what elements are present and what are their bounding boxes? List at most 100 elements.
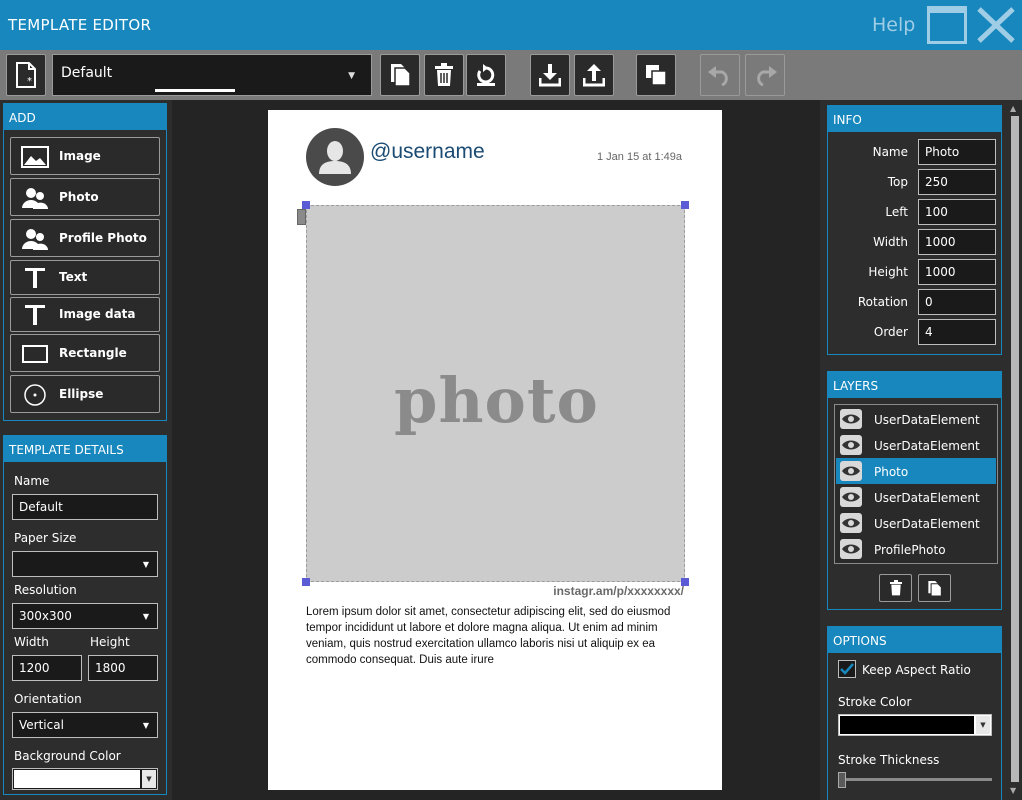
post-url[interactable]: instagr.am/p/xxxxxxxx/	[553, 584, 684, 598]
info-input-rotation[interactable]: 0	[918, 289, 996, 315]
template-select[interactable]: Default ▼	[52, 54, 372, 96]
info-panel-header: INFO	[828, 106, 1001, 132]
add-ellipse-label: Ellipse	[59, 387, 104, 401]
template-paper[interactable]: @username 1 Jan 15 at 1:49a photo instag…	[268, 110, 722, 790]
info-input-left[interactable]: 100	[918, 199, 996, 225]
resize-handle-top-right[interactable]	[681, 201, 689, 209]
add-text-label: Text	[59, 270, 88, 284]
background-color-picker[interactable]: ▼	[12, 768, 158, 790]
layer-name: UserDataElement	[874, 413, 980, 427]
move-handle[interactable]	[297, 209, 306, 225]
info-label-name: Name	[872, 145, 908, 159]
stroke-thickness-slider[interactable]	[838, 770, 992, 790]
eye-icon[interactable]	[840, 539, 862, 559]
add-image-data-label: Image data	[59, 307, 136, 321]
vertical-scrollbar[interactable]: ▲ ▼	[1008, 100, 1022, 800]
info-input-width[interactable]: 1000	[918, 229, 996, 255]
resolution-select[interactable]: 300x300 ▼	[12, 603, 158, 629]
add-rectangle-label: Rectangle	[59, 346, 127, 360]
add-image-label: Image	[59, 149, 101, 163]
slider-thumb[interactable]	[838, 772, 846, 788]
add-text-button[interactable]: Text	[10, 260, 160, 295]
stroke-color-swatch	[840, 716, 974, 734]
people-icon	[22, 188, 48, 209]
eye-icon[interactable]	[840, 409, 862, 429]
layer-item[interactable]: Photo	[836, 458, 996, 484]
reload-icon	[477, 64, 495, 86]
eye-icon[interactable]	[840, 435, 862, 455]
background-color-swatch	[14, 770, 140, 788]
width-input[interactable]: 1200	[12, 655, 82, 681]
layer-item[interactable]: UserDataElement	[836, 510, 996, 536]
resize-handle-top-left[interactable]	[302, 201, 310, 209]
keep-aspect-checkbox[interactable]	[838, 660, 856, 678]
name-label: Name	[14, 474, 50, 488]
add-profile-photo-button[interactable]: Profile Photo	[10, 219, 160, 257]
export-button[interactable]	[574, 54, 614, 96]
add-image-data-button[interactable]: Image data	[10, 297, 160, 332]
options-panel-header: OPTIONS	[828, 627, 1001, 653]
eye-icon[interactable]	[840, 513, 862, 533]
info-label-rotation: Rotation	[857, 295, 908, 309]
redo-button[interactable]	[745, 54, 785, 96]
ellipse-icon	[24, 384, 46, 406]
scroll-thumb[interactable]	[1011, 116, 1019, 782]
info-input-order[interactable]: 4	[918, 319, 996, 345]
add-panel: ADD Image Photo Profile Photo Text Image…	[3, 103, 167, 421]
text-icon	[25, 305, 45, 325]
layer-item[interactable]: ProfilePhoto	[836, 536, 996, 562]
info-label-width: Width	[873, 235, 908, 249]
add-photo-button[interactable]: Photo	[10, 178, 160, 216]
add-image-button[interactable]: Image	[10, 137, 160, 175]
avatar[interactable]	[306, 128, 364, 186]
close-icon[interactable]	[976, 6, 1016, 44]
layer-name: UserDataElement	[874, 491, 980, 505]
add-photo-label: Photo	[59, 190, 99, 204]
layer-item[interactable]: UserDataElement	[836, 406, 996, 432]
color-dropdown-button[interactable]: ▼	[976, 716, 990, 734]
duplicate-layer-button[interactable]	[918, 574, 951, 602]
maximize-icon[interactable]	[927, 6, 967, 44]
resize-handle-bottom-left[interactable]	[302, 578, 310, 586]
info-input-name[interactable]: Photo	[918, 139, 996, 165]
undo-button[interactable]	[700, 54, 740, 96]
layer-item[interactable]: UserDataElement	[836, 484, 996, 510]
layer-item[interactable]: UserDataElement	[836, 432, 996, 458]
template-name-input[interactable]: Default	[12, 494, 158, 520]
reload-template-button[interactable]	[466, 54, 506, 96]
delete-template-button[interactable]	[424, 54, 464, 96]
eye-icon[interactable]	[840, 461, 862, 481]
layer-name: ProfilePhoto	[874, 543, 946, 557]
add-rectangle-button[interactable]: Rectangle	[10, 334, 160, 372]
height-input[interactable]: 1800	[88, 655, 158, 681]
trash-icon	[889, 580, 902, 596]
help-link[interactable]: Help	[872, 14, 915, 36]
color-dropdown-button[interactable]: ▼	[142, 770, 156, 788]
toolbar: * Default ▼	[0, 50, 1022, 100]
post-date[interactable]: 1 Jan 15 at 1:49a	[597, 151, 682, 163]
paper-size-select[interactable]: ▼	[12, 551, 158, 577]
info-input-top[interactable]: 250	[918, 169, 996, 195]
photo-element[interactable]: photo	[306, 205, 685, 582]
template-select-underline	[155, 89, 235, 92]
add-ellipse-button[interactable]: Ellipse	[10, 375, 160, 413]
upload-icon	[583, 64, 605, 87]
info-label-height: Height	[868, 265, 908, 279]
template-details-panel: TEMPLATE DETAILS Name Default Paper Size…	[3, 435, 167, 795]
duplicate-template-button[interactable]	[380, 54, 420, 96]
layer-name: UserDataElement	[874, 517, 980, 531]
scroll-up-arrow[interactable]: ▲	[1010, 104, 1016, 113]
bring-to-front-button[interactable]	[636, 54, 676, 96]
scroll-down-arrow[interactable]: ▼	[1010, 786, 1016, 795]
eye-icon[interactable]	[840, 487, 862, 507]
orientation-select[interactable]: Vertical ▼	[12, 712, 158, 738]
import-button[interactable]	[530, 54, 570, 96]
image-icon	[21, 146, 49, 168]
layer-name: Photo	[874, 465, 909, 479]
new-template-button[interactable]: *	[6, 54, 46, 96]
delete-layer-button[interactable]	[879, 574, 912, 602]
info-input-height[interactable]: 1000	[918, 259, 996, 285]
caption-text[interactable]: Lorem ipsum dolor sit amet, consectetur …	[306, 604, 686, 668]
stroke-color-picker[interactable]: ▼	[838, 714, 992, 736]
username-text[interactable]: @username	[370, 140, 485, 164]
